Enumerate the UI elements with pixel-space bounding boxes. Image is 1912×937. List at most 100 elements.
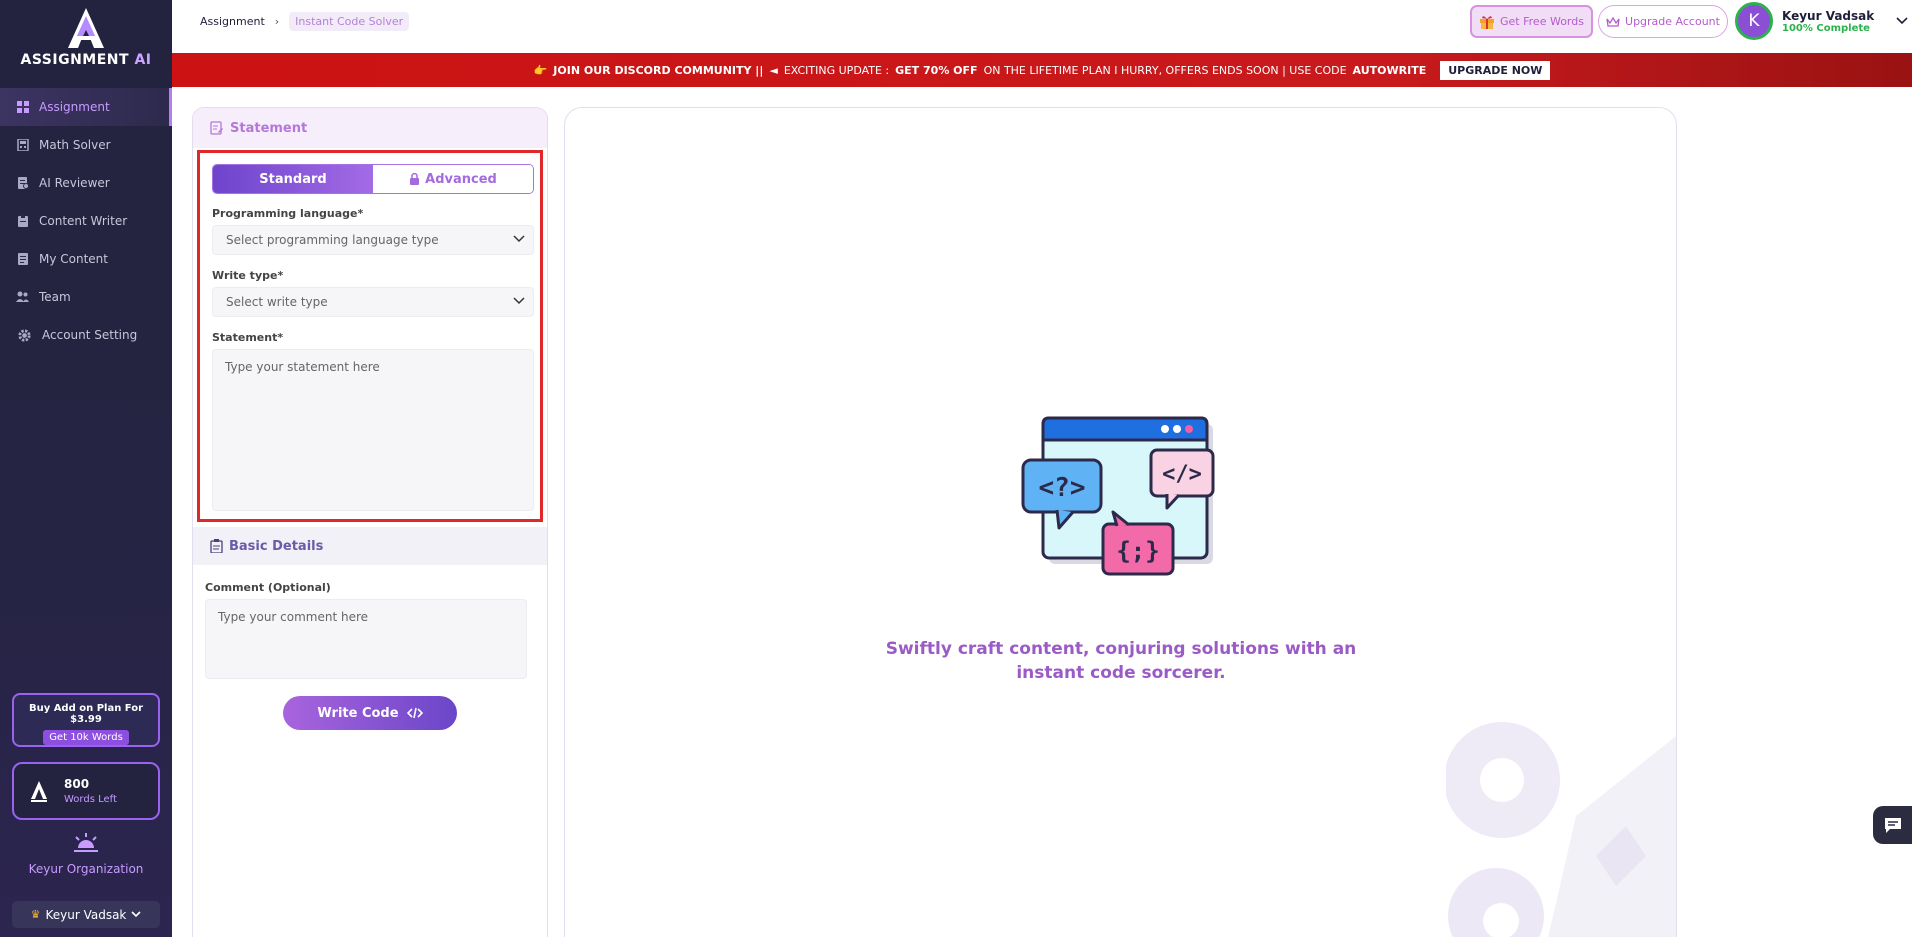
sidebar-item-assignment[interactable]: Assignment (0, 88, 172, 126)
chevron-down-icon (513, 235, 525, 243)
basic-details-header: Basic Details (193, 527, 547, 565)
sidebar-item-math-solver[interactable]: Math Solver (0, 126, 172, 164)
tab-advanced-label: Advanced (425, 171, 497, 187)
calculator-icon (16, 139, 29, 152)
top-header: Assignment › Instant Code Solver Get Fre… (172, 0, 1912, 52)
statement-placeholder: Type your statement here (225, 360, 380, 374)
words-left-card: 800 Words Left (12, 762, 160, 820)
input-panel: Statement Standard Advanced Programming … (192, 107, 548, 937)
basic-details-title: Basic Details (229, 538, 324, 554)
sidebar-item-ai-reviewer[interactable]: AI Reviewer (0, 164, 172, 202)
tab-advanced[interactable]: Advanced (373, 165, 533, 193)
write-type-placeholder: Select write type (226, 295, 328, 309)
statement-textarea[interactable]: Type your statement here (212, 349, 534, 511)
sidebar-item-label: Account Setting (42, 328, 138, 342)
sunrise-icon (74, 833, 98, 852)
code-icon (406, 707, 423, 719)
get-10k-words-button[interactable]: Get 10k Words (43, 730, 129, 745)
upgrade-account-label: Upgrade Account (1625, 15, 1720, 28)
organization-block: Keyur Organization (0, 832, 172, 876)
statement-section-title: Statement (230, 120, 308, 136)
chevron-down-icon[interactable] (1896, 17, 1908, 25)
document-check-icon (16, 177, 29, 190)
sidebar-item-my-content[interactable]: My Content (0, 240, 172, 278)
sidebar-item-label: AI Reviewer (39, 176, 110, 190)
crown-icon: ♛ (30, 908, 41, 921)
grid-icon (16, 101, 29, 114)
comment-placeholder: Type your comment here (218, 610, 369, 624)
brand-name: ASSIGNMENT AI (20, 52, 152, 68)
write-code-button[interactable]: Write Code (283, 696, 457, 730)
gear-icon (16, 327, 32, 343)
breadcrumb-current: Instant Code Solver (289, 12, 410, 31)
sidebar-item-label: Content Writer (39, 214, 128, 228)
clipboard-icon (16, 215, 29, 228)
get-free-words-button[interactable]: Get Free Words (1470, 5, 1593, 38)
banner-code: AUTOWRITE (1352, 63, 1427, 77)
promo-title: Buy Add on Plan For $3.99 (28, 703, 144, 725)
banner-discord-text[interactable]: JOIN OUR DISCORD COMMUNITY || (553, 64, 763, 77)
breadcrumb: Assignment › Instant Code Solver (200, 12, 410, 31)
profile-menu[interactable]: K Keyur Vadsak 100% Complete (1735, 2, 1908, 40)
promo-banner: 👉 JOIN OUR DISCORD COMMUNITY || ◄ EXCITI… (172, 53, 1912, 87)
mode-toggle: Standard Advanced (212, 164, 534, 194)
chat-support-button[interactable] (1873, 806, 1912, 844)
sidebar-item-label: Team (39, 290, 71, 304)
preview-caption-line-1: Swiftly craft content, conjuring solutio… (885, 639, 1357, 659)
user-switcher-dropdown[interactable]: ♛ Keyur Vadsak (12, 901, 160, 928)
megaphone-icon: ◄ (769, 63, 778, 77)
profile-completion: 100% Complete (1782, 22, 1870, 34)
braces-bubble-text: {;} (1116, 537, 1159, 565)
comment-label: Comment (Optional) (205, 581, 331, 594)
upgrade-account-button[interactable]: Upgrade Account (1598, 5, 1728, 38)
profile-name: Keyur Vadsak (1782, 8, 1875, 23)
comment-textarea[interactable]: Type your comment here (205, 599, 527, 679)
upgrade-now-button[interactable]: UPGRADE NOW (1440, 60, 1551, 80)
tab-standard[interactable]: Standard (213, 165, 373, 193)
code-solver-illustration: <?> </> {;} (1021, 416, 1215, 576)
sidebar-item-content-writer[interactable]: Content Writer (0, 202, 172, 240)
crown-outline-icon (1606, 16, 1620, 27)
sidebar-nav: Assignment Math Solver AI Reviewer Conte… (0, 88, 172, 354)
get-free-words-label: Get Free Words (1500, 15, 1584, 28)
preview-caption: Swiftly craft content, conjuring solutio… (865, 637, 1377, 685)
user-switcher-label: Keyur Vadsak (45, 907, 127, 922)
write-code-label: Write Code (317, 705, 399, 721)
banner-update-label: EXCITING UPDATE : (783, 63, 890, 77)
programming-language-label: Programming language* (212, 207, 364, 220)
output-preview-panel: <?> </> {;} Swiftly craft content, conju… (564, 107, 1677, 937)
question-bubble-text: <?> (1039, 473, 1086, 503)
gift-icon (1480, 15, 1495, 29)
sidebar-item-label: Assignment (39, 100, 110, 114)
chevron-down-icon (513, 297, 525, 305)
write-type-select[interactable]: Select write type (212, 287, 534, 317)
background-decoration (1446, 722, 1676, 937)
clipboard-icon (210, 539, 223, 553)
words-left-count: 800 (64, 777, 90, 791)
addon-promo-card[interactable]: Buy Add on Plan For $3.99 Get 10k Words (12, 693, 160, 747)
banner-discount: GET 70% OFF (895, 63, 978, 77)
breadcrumb-assignment[interactable]: Assignment (200, 15, 265, 28)
edit-document-icon (210, 121, 223, 135)
chevron-down-icon (131, 911, 141, 918)
statement-label: Statement* (212, 331, 284, 344)
chevron-right-icon: › (274, 15, 280, 28)
sidebar-item-label: Math Solver (39, 138, 111, 152)
organization-name: Keyur Organization (28, 862, 144, 876)
words-left-label: Words Left (64, 794, 117, 805)
banner-offer-text: ON THE LIFETIME PLAN I HURRY, OFFERS END… (983, 63, 1347, 77)
preview-caption-line-2: instant code sorcerer. (1016, 663, 1226, 683)
code-bubble-text: </> (1162, 462, 1202, 487)
lock-icon (410, 173, 420, 185)
sidebar-item-label: My Content (39, 252, 108, 266)
avatar[interactable]: K (1735, 2, 1773, 40)
sidebar-item-account-setting[interactable]: Account Setting (0, 316, 172, 354)
programming-language-select[interactable]: Select programming language type (212, 225, 534, 255)
write-type-label: Write type* (212, 269, 284, 282)
document-icon (16, 253, 29, 266)
statement-form-highlight: Standard Advanced Programming language* … (197, 150, 543, 522)
profile-text: Keyur Vadsak 100% Complete (1782, 9, 1874, 34)
brand-logo[interactable]: ASSIGNMENT AI (0, 6, 172, 68)
sidebar-item-team[interactable]: Team (0, 278, 172, 316)
assignment-ai-logo-icon (68, 8, 104, 48)
